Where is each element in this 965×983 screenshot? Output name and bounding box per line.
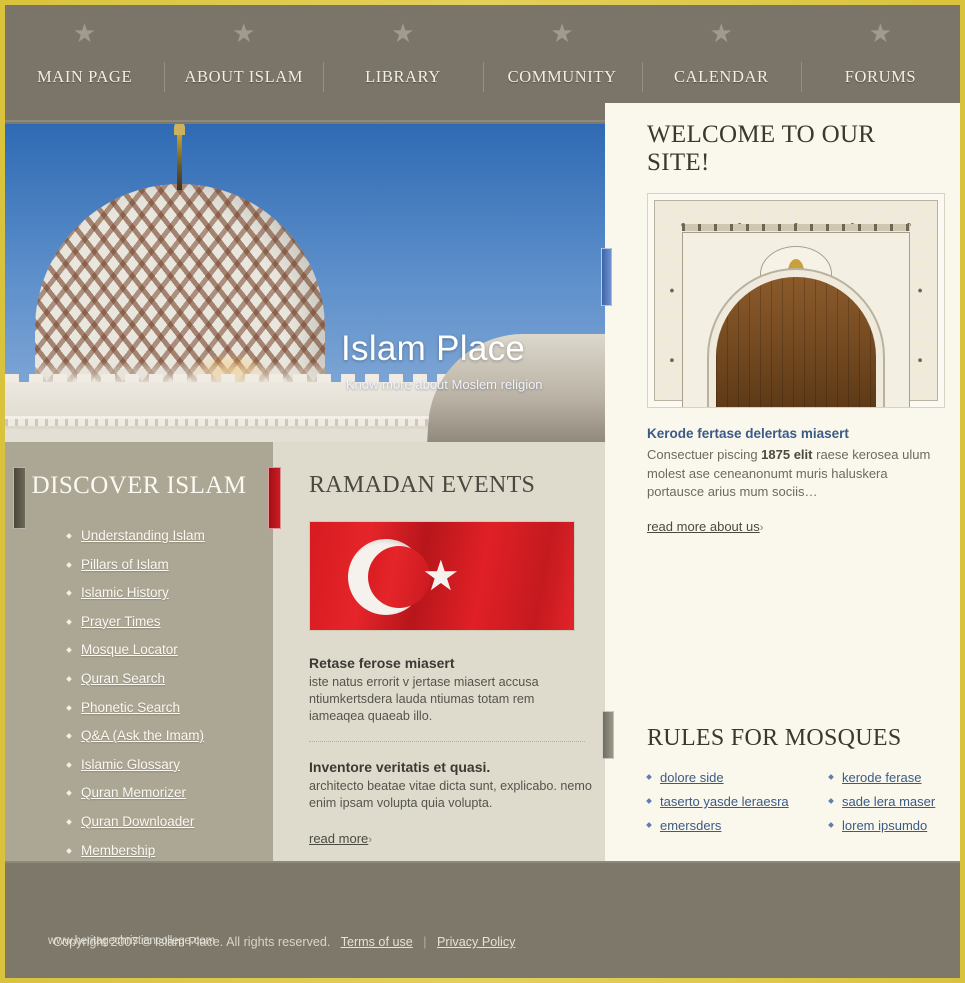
ramadan-entry-2-body: architecto beatae vitae dicta sunt, expl… (309, 779, 592, 810)
sidebar-heading: DISCOVER ISLAM (31, 472, 247, 499)
nav-item-library[interactable]: LIBRARY (323, 60, 482, 96)
rules-list-item: kerode ferase (829, 770, 938, 785)
rules-link-emersders[interactable]: emersders (660, 818, 721, 833)
dome-spire (174, 124, 185, 190)
site-title: Islam Place (341, 329, 526, 368)
terms-of-use-link[interactable]: Terms of use (341, 935, 413, 949)
rules-panel: RULES FOR MOSQUES dolore side kerode fera… (605, 697, 960, 861)
rules-list-item: lorem ipsumdo (829, 818, 938, 833)
rules-link-grid: dolore side kerode ferase taserto yasde le… (647, 770, 938, 833)
sidebar-list-item: Quran Memorizer (67, 785, 273, 800)
turkish-flag-image: ★ (309, 521, 575, 631)
sidebar-list-item: Quran Search (67, 671, 273, 686)
sidebar-list-item: Mosque Locator (67, 642, 273, 657)
rules-list-item: sade lera maser (829, 794, 938, 809)
nav-star-row: ★ ★ ★ ★ ★ ★ (5, 19, 960, 53)
sidebar-item-mosque-locator[interactable]: Mosque Locator (81, 642, 178, 657)
sidebar-item-understanding-islam[interactable]: Understanding Islam (81, 528, 205, 543)
welcome-body-pre: Consectuer piscing (647, 447, 762, 462)
ramadan-read-more-arrow-icon: › (368, 834, 372, 846)
ramadan-entry-2: Inventore veritatis et quasi. architecto… (309, 759, 601, 812)
welcome-article-title: Kerode fertase delertas miasert (647, 426, 849, 441)
nav-star-icon-2: ★ (391, 18, 415, 48)
ramadan-divider (309, 741, 585, 742)
nav-item-about-islam[interactable]: ABOUT ISLAM (164, 60, 323, 96)
sidebar-list-item: Quran Downloader (67, 814, 273, 829)
rules-link-lorem-ipsumdo[interactable]: lorem ipsumdo (842, 818, 927, 833)
sidebar-list-item: Pillars of Islam (67, 557, 273, 572)
ramadan-entry-2-title: Inventore veritatis et quasi. (309, 759, 491, 775)
welcome-section: WELCOME TO OUR SITE! Kerode fertase dele… (605, 103, 960, 544)
sidebar-list-item: Understanding Islam (67, 528, 273, 543)
rules-link-kerode-ferase[interactable]: kerode ferase (842, 770, 922, 785)
sidebar-item-quran-search[interactable]: Quran Search (81, 671, 165, 686)
nav-item-calendar[interactable]: CALENDAR (641, 60, 801, 96)
site-tagline: Know more about Moslem religion (346, 377, 543, 392)
ramadan-read-more-label: read more (309, 831, 369, 846)
sidebar-tab-marker[interactable] (13, 467, 26, 529)
ornament-band (682, 224, 910, 231)
nav-star-icon-1: ★ (232, 18, 256, 48)
mosque-dome (35, 184, 325, 399)
nav-item-forums[interactable]: FORUMS (800, 60, 960, 96)
crescent-shape (348, 539, 430, 615)
read-more-about-us-label: read more about us (647, 518, 760, 534)
rules-link-taserto-yasde-leraesra[interactable]: taserto yasde leraesra (660, 794, 789, 809)
footer-separator: | (423, 935, 427, 949)
ramadan-events-column: RAMADAN EVENTS ★ Retase ferose miasert i… (273, 442, 605, 861)
sidebar-list-item: Islamic Glossary (67, 757, 273, 772)
sidebar-item-pillars-of-islam[interactable]: Pillars of Islam (81, 557, 169, 572)
nav-star-icon-3: ★ (550, 18, 574, 48)
welcome-article-body: Consectuer piscing 1875 elit raese keros… (647, 446, 937, 502)
nav-star-icon-4: ★ (709, 18, 733, 48)
sidebar-list-item: Prayer Times (67, 614, 273, 629)
sidebar-item-quran-downloader[interactable]: Quran Downloader (81, 814, 194, 829)
discover-sidebar: DISCOVER ISLAM Understanding Islam Pillar… (5, 442, 273, 861)
ramadan-entry-1-title: Retase ferose miasert (309, 655, 455, 671)
nav-star-icon-0: ★ (72, 18, 97, 48)
watermark-text: www.heritagechristiancollege.com (48, 935, 215, 947)
sidebar-item-islamic-history[interactable]: Islamic History (81, 585, 169, 600)
sidebar-item-quran-memorizer[interactable]: Quran Memorizer (81, 785, 186, 800)
nav-item-list: MAIN PAGE ABOUT ISLAM LIBRARY COMMUNITY CALE… (5, 60, 960, 96)
sidebar-item-islamic-glossary[interactable]: Islamic Glossary (81, 757, 180, 772)
rules-link-dolore-side[interactable]: dolore side (660, 770, 724, 785)
ramadan-entry-1-body: iste natus errorit v jertase miasert acc… (309, 675, 539, 723)
sidebar-list-item: Q&A (Ask the Imam) (67, 728, 273, 743)
read-more-about-us-link[interactable]: read more about us (647, 519, 760, 534)
sidebar-list-item: Phonetic Search (67, 700, 273, 715)
sidebar-item-membership[interactable]: Membership (81, 843, 155, 858)
nav-item-community[interactable]: COMMUNITY (482, 60, 642, 96)
welcome-heading: WELCOME TO OUR SITE! (647, 121, 876, 176)
sidebar-item-prayer-times[interactable]: Prayer Times (81, 614, 161, 629)
rules-list-item: emersders (647, 818, 829, 833)
sidebar-item-phonetic-search[interactable]: Phonetic Search (81, 700, 180, 715)
mosque-hero-image (5, 124, 605, 442)
read-more-arrow-icon: › (759, 521, 764, 534)
welcome-body-bold: 1875 elit (761, 447, 813, 462)
rules-section: RULES FOR MOSQUES dolore side kerode fera… (605, 697, 960, 833)
page-footer: Copyright 2007 © Islam Place. All rights… (5, 861, 960, 978)
mosque-doorway-image (647, 193, 945, 408)
rules-heading: RULES FOR MOSQUES (647, 725, 902, 751)
rules-list-item: taserto yasde leraesra (647, 794, 829, 809)
sidebar-item-q-a-ask-the-imam[interactable]: Q&A (Ask the Imam) (81, 728, 204, 743)
sidebar-menu: Understanding Islam Pillars of Islam Islam… (67, 528, 273, 858)
star-shape: ★ (422, 552, 460, 599)
privacy-policy-link[interactable]: Privacy Policy (437, 935, 515, 949)
welcome-tab-marker[interactable] (601, 248, 612, 306)
sidebar-list-item: Membership (67, 843, 273, 858)
ramadan-read-more-link[interactable]: read more (309, 831, 368, 846)
rules-tab-marker[interactable] (602, 711, 614, 759)
rules-list-item: dolore side (647, 770, 829, 785)
nav-star-icon-5: ★ (868, 18, 893, 48)
ramadan-heading: RAMADAN EVENTS (309, 472, 536, 498)
ramadan-entry-1: Retase ferose miasert iste natus errorit… (309, 655, 577, 725)
nav-item-main-page[interactable]: MAIN PAGE (5, 60, 164, 96)
page-frame: ★ ★ ★ ★ ★ ★ MAIN PAGE ABOUT ISLAM LIBRARY COMMUN… (5, 5, 960, 978)
sidebar-list-item: Islamic History (67, 585, 273, 600)
rules-link-sade-lera-maser[interactable]: sade lera maser (842, 794, 935, 809)
center-tab-marker[interactable] (268, 467, 281, 529)
